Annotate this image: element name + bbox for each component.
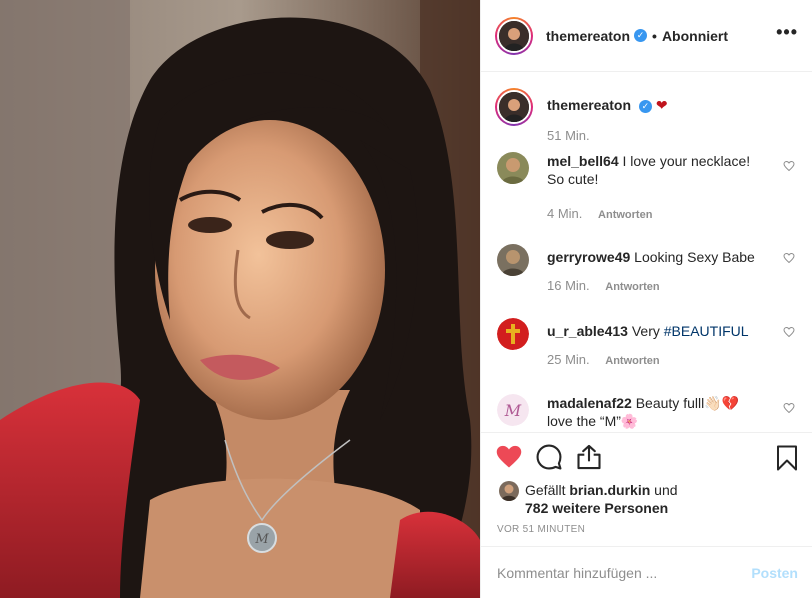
comment-text: Looking Sexy Babe xyxy=(634,249,755,265)
commenter-avatar[interactable]: M xyxy=(497,394,529,426)
verified-badge-icon: ✓ xyxy=(638,99,652,113)
reply-button[interactable]: Antworten xyxy=(598,209,652,221)
comment-item: mel_bell64 I love your necklace! So cute… xyxy=(497,152,797,222)
post-photo[interactable]: M xyxy=(0,0,480,598)
comment-item: M madalenaf22 Beauty fulll👋🏻💔 love the “… xyxy=(497,394,797,432)
commenter-avatar[interactable] xyxy=(497,244,529,276)
likes-summary: Gefällt brian.durkin und 782 weitere Per… xyxy=(499,481,678,517)
bookmark-icon[interactable] xyxy=(776,445,798,471)
post-comment-button[interactable]: Posten xyxy=(751,565,798,581)
comment-time: 4 Min. xyxy=(547,206,583,221)
likes-prefix: Gefällt xyxy=(525,482,566,498)
author-username[interactable]: themereaton xyxy=(546,28,630,44)
liker-username[interactable]: brian.durkin xyxy=(569,482,650,498)
comment-item: gerryrowe49 Looking Sexy Babe 16 Min. An… xyxy=(497,244,797,300)
comment-meta: 16 Min. Antworten xyxy=(547,278,660,293)
caption: themereaton ✓ ❤ 51 Min. xyxy=(495,88,797,150)
author-avatar[interactable] xyxy=(495,16,533,55)
likes-middle: und xyxy=(654,482,678,498)
heart-filled-icon[interactable] xyxy=(495,443,523,471)
caption-text: ❤ xyxy=(655,97,668,113)
comment-icon[interactable] xyxy=(535,443,563,471)
svg-text:M: M xyxy=(504,401,522,420)
verified-badge-icon: ✓ xyxy=(634,29,648,42)
follow-status-button[interactable]: Abonniert xyxy=(662,28,728,44)
likes-text: Gefällt brian.durkin und 782 weitere Per… xyxy=(525,481,678,517)
comment-username[interactable]: u_r_able413 xyxy=(547,323,628,339)
comment-meta: 4 Min. Antworten xyxy=(547,206,652,221)
comment-username[interactable]: mel_bell64 xyxy=(547,153,619,169)
reply-button[interactable]: Antworten xyxy=(605,281,659,293)
comment-like-icon[interactable] xyxy=(783,252,795,264)
comment-item: u_r_able413 Very #BEAUTIFUL 25 Min. Antw… xyxy=(497,318,797,374)
comment-time: 16 Min. xyxy=(547,278,590,293)
action-icons xyxy=(495,443,615,471)
comment-username[interactable]: madalenaf22 xyxy=(547,395,632,411)
caption-time: 51 Min. xyxy=(547,128,590,143)
comment-username[interactable]: gerryrowe49 xyxy=(547,249,630,265)
comment-like-icon[interactable] xyxy=(783,160,795,172)
commenter-avatar[interactable] xyxy=(497,318,529,350)
instagram-post: M themereaton ✓ • Abonniert ••• themerea… xyxy=(0,0,812,598)
comment-time: 25 Min. xyxy=(547,352,590,367)
svg-text:M: M xyxy=(254,532,269,547)
comment-like-icon[interactable] xyxy=(783,402,795,414)
reply-button[interactable]: Antworten xyxy=(605,355,659,367)
post-header: themereaton ✓ • Abonniert ••• xyxy=(481,0,812,72)
liker-avatar[interactable] xyxy=(499,481,519,501)
comments-list[interactable]: themereaton ✓ ❤ 51 Min. mel_bell64 I lov… xyxy=(481,72,812,432)
likes-count-link[interactable]: 782 weitere Personen xyxy=(525,500,668,516)
comment-input[interactable] xyxy=(497,564,752,581)
comment-like-icon[interactable] xyxy=(783,326,795,338)
post-timestamp[interactable]: VOR 51 MINUTEN xyxy=(497,524,585,535)
more-horizontal-icon[interactable]: ••• xyxy=(776,22,798,43)
add-comment-bar: Posten xyxy=(481,546,812,598)
separator-dot: • xyxy=(652,27,657,44)
comment-text: Very xyxy=(631,323,664,339)
share-icon[interactable] xyxy=(575,443,603,471)
caption-author-avatar[interactable] xyxy=(495,88,533,126)
comment-meta: 25 Min. Antworten xyxy=(547,352,660,367)
commenter-avatar[interactable] xyxy=(497,152,529,184)
hashtag-link[interactable]: #BEAUTIFUL xyxy=(664,323,749,339)
caption-username[interactable]: themereaton xyxy=(547,97,631,113)
portrait-image: M xyxy=(0,0,480,598)
post-side-panel: themereaton ✓ • Abonniert ••• themereato… xyxy=(480,0,812,598)
